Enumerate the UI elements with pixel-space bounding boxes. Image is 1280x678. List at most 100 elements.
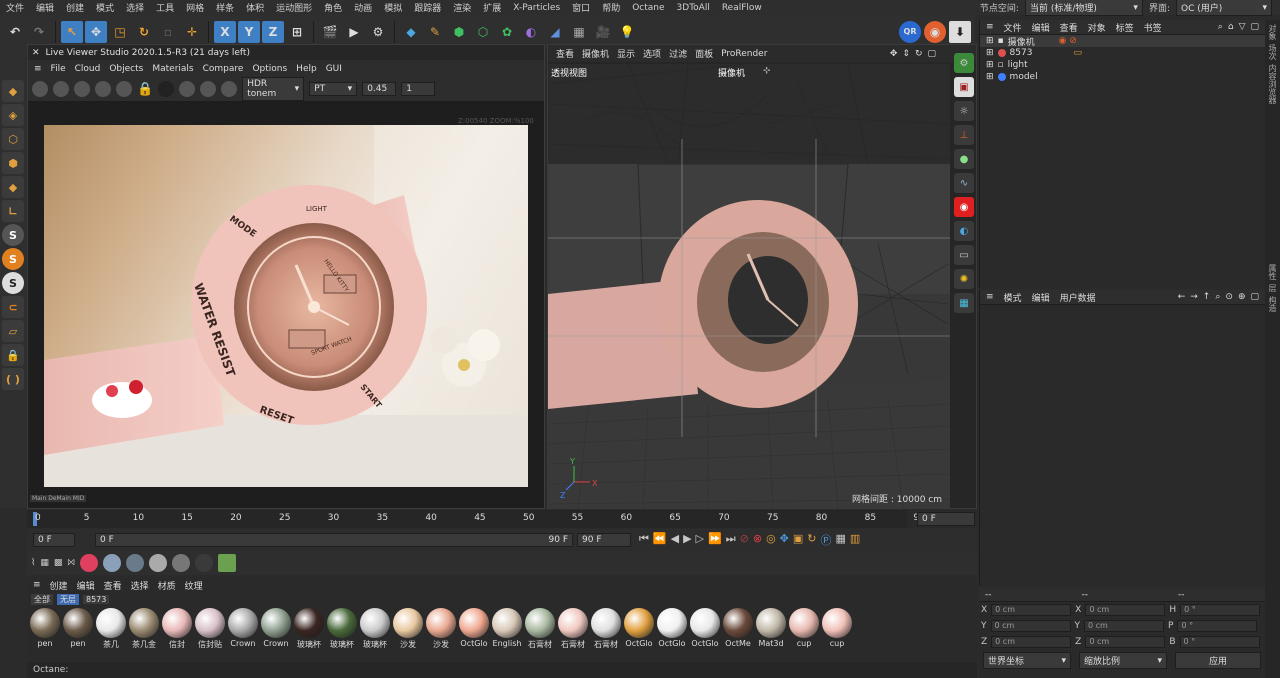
material-preview-sphere[interactable] [261,608,291,638]
cube-icon[interactable]: ◆ [400,21,422,43]
transform-icon[interactable]: ✛ [181,21,203,43]
tab-structure[interactable]: 构造 [1267,296,1278,312]
camera-icon[interactable]: 🎥 [592,21,614,43]
mix-icon[interactable]: ⨝ [67,558,74,568]
material-preview-sphere[interactable] [558,608,588,638]
octane-target-icon[interactable]: ⊥ [954,125,974,145]
z-axis-button[interactable]: Z [262,20,284,43]
material-tag-icon[interactable]: ▭ [1073,48,1082,58]
tab-no-layer[interactable]: 无层 [57,593,79,605]
render-image[interactable]: WATER RESIST MODE RESET START LIGHT SPOR… [44,125,528,487]
vp-menu-display[interactable]: 显示 [617,47,635,60]
coord-input[interactable]: 0 ° [1177,620,1258,632]
vp-menu-view[interactable]: 查看 [556,47,574,60]
live-select-icon[interactable]: ↖ [61,20,83,43]
octane-tag-icon[interactable]: ◉ ⊘ [1059,36,1077,46]
material-name[interactable]: 茶几 [96,639,126,650]
material-preview-sphere[interactable] [195,608,225,638]
octane-half-icon[interactable]: ◐ [954,221,974,241]
material-name[interactable]: Crown [228,639,258,648]
material-preview-sphere[interactable] [228,608,258,638]
object-row-light[interactable]: ⊞ ▫ light [980,59,1265,71]
lock-workplane-icon[interactable]: 🔒 [2,344,24,366]
coord-input[interactable]: 0 cm [990,620,1071,632]
model-mode-icon[interactable]: ◆ [2,80,24,102]
material-item[interactable]: 茶几金 [129,608,159,650]
diffuse-material-icon[interactable] [79,554,98,572]
qr-icon[interactable]: QR [899,20,921,43]
expand-icon[interactable]: ⊞ [986,48,994,58]
octane-area-light-icon[interactable]: ▭ [954,245,974,265]
om-menu-object[interactable]: 对象 [1088,21,1106,34]
pen-icon[interactable]: ✎ [424,21,446,43]
info-icon[interactable] [221,81,238,97]
expand-icon[interactable]: ▢ [1250,22,1259,32]
coord-input[interactable]: 0 ° [1179,636,1260,648]
specular-material-icon[interactable] [125,554,144,572]
menu-octane[interactable]: Octane [626,3,670,13]
filter-icon[interactable]: ▽ [1239,22,1246,32]
coord-input[interactable]: 0 cm [991,636,1072,648]
coord-input[interactable]: 0 ° [1180,604,1261,616]
hamburger-icon[interactable]: ≡ [986,22,994,32]
menu-simulate[interactable]: 模拟 [378,1,408,14]
material-name[interactable]: pen [63,639,93,648]
back-arrow-icon[interactable]: ← [1178,292,1186,302]
orbit-icon[interactable]: ↻ [915,49,923,59]
material-name[interactable]: 玻璃杯 [294,639,324,650]
tab-all[interactable]: 全部 [31,593,53,605]
expand-icon[interactable]: ⊞ [986,60,994,70]
material-preview-sphere[interactable] [591,608,621,638]
octane-grid-icon[interactable]: ▦ [954,293,974,313]
material-preview-sphere[interactable] [426,608,456,638]
menu-tools[interactable]: 工具 [150,1,180,14]
metal-material-icon[interactable] [148,554,167,572]
up-arrow-icon[interactable]: ↑ [1203,292,1211,302]
menu-window[interactable]: 窗口 [566,1,596,14]
current-frame-field[interactable]: 0 F [917,512,975,526]
x-axis-button[interactable]: X [214,20,236,43]
octane-curve-icon[interactable]: ∿ [954,173,974,193]
snap-workplane-icon[interactable]: S [2,272,24,294]
material-preview-sphere[interactable] [789,608,819,638]
material-item[interactable]: 石膏材 [591,608,621,650]
pla-key-icon[interactable]: ▦ [836,532,846,548]
polygon-mode-icon[interactable]: ◆ [2,176,24,198]
vp-menu-panel[interactable]: 面板 [695,47,713,60]
recent-tool-icon[interactable]: ▫ [157,21,179,43]
material-name[interactable]: 玻璃杯 [327,639,357,650]
material-name[interactable]: 沙发 [426,639,456,650]
new-panel-icon[interactable]: ⊕ [1238,292,1246,302]
glossy-material-icon[interactable] [102,554,121,572]
rotation-key-icon[interactable]: ↻ [807,532,816,548]
lock-icon[interactable]: 🔒 [137,82,153,97]
attr-menu-edit[interactable]: 编辑 [1032,291,1050,304]
object-row-camera[interactable]: ⊞ ▪ 摄像机 ◉ ⊘ [980,35,1265,48]
axis-mode-icon[interactable]: ∟ [2,200,24,222]
octane-icon[interactable]: ◉ [924,20,946,43]
material-name[interactable]: English [492,639,522,648]
material-item[interactable]: 玻璃杯 [360,608,390,650]
material-preview-sphere[interactable] [525,608,555,638]
material-name[interactable]: Crown [261,639,291,648]
material-name[interactable]: 石膏材 [558,639,588,650]
material-name[interactable]: OctGlo [657,639,687,648]
material-preview-sphere[interactable] [162,608,192,638]
lv-menu-options[interactable]: Options [252,64,287,74]
material-preview-sphere[interactable] [624,608,654,638]
node-editor-icon[interactable] [217,554,236,572]
material-item[interactable]: OctGlo [624,608,654,650]
tonemap-select[interactable]: HDR tonem ▾ [242,77,305,101]
menu-create[interactable]: 创建 [60,1,90,14]
lv-menu-materials[interactable]: Materials [152,64,193,74]
material-item[interactable]: OctGlo [690,608,720,650]
material-preview-sphere[interactable] [360,608,390,638]
undo-icon[interactable]: ↶ [4,21,26,43]
material-item[interactable]: 沙发 [426,608,456,650]
checker-icon[interactable]: ▩ [54,558,63,568]
timeline-icon[interactable]: ▥ [850,532,860,548]
prev-key-icon[interactable]: ⏪ [653,532,667,548]
object-name[interactable]: light [1008,60,1028,70]
rotate-icon[interactable]: ↻ [133,21,155,43]
material-item[interactable]: pen [63,608,93,650]
